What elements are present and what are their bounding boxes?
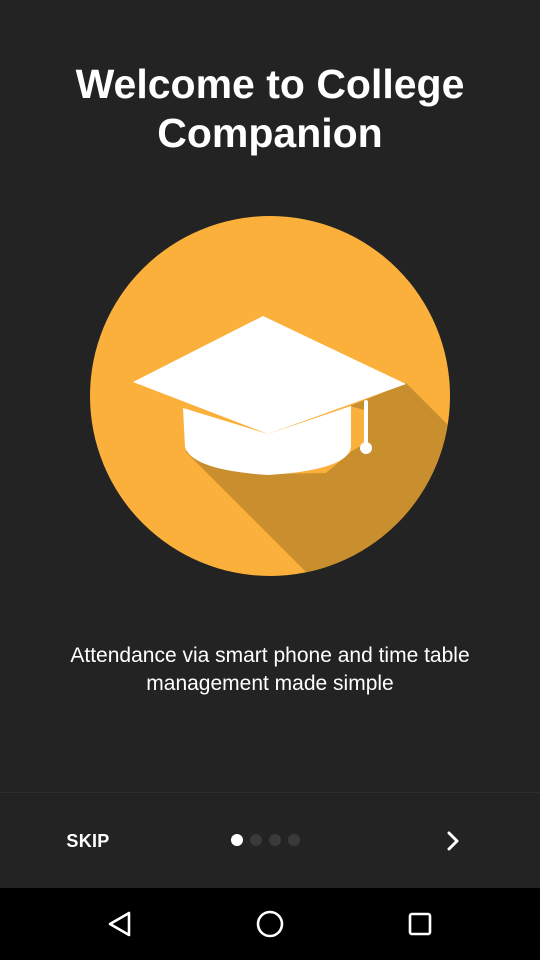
page-dot (250, 834, 262, 846)
chevron-right-icon (447, 831, 459, 851)
page-dot-active (231, 834, 243, 846)
hero-illustration (90, 216, 450, 576)
skip-button[interactable]: SKIP (40, 821, 136, 861)
page-dot (288, 834, 300, 846)
onboarding-screen: Welcome to College Companion Attendance … (0, 0, 540, 889)
back-triangle-icon (108, 911, 131, 937)
back-button[interactable] (90, 898, 150, 950)
page-indicator (231, 834, 300, 846)
page-dot (269, 834, 281, 846)
feature-description: Attendance via smart phone and time tabl… (70, 644, 470, 695)
home-circle-icon (256, 910, 284, 938)
recents-square-icon (408, 912, 432, 936)
onboarding-bottom-bar: SKIP (0, 792, 540, 889)
home-button[interactable] (240, 898, 300, 950)
next-button[interactable] (430, 817, 476, 865)
page-title: Welcome to College Companion (75, 61, 465, 156)
recents-button[interactable] (390, 898, 450, 950)
system-navigation-bar (0, 888, 540, 960)
graduation-cap-icon (90, 216, 450, 576)
